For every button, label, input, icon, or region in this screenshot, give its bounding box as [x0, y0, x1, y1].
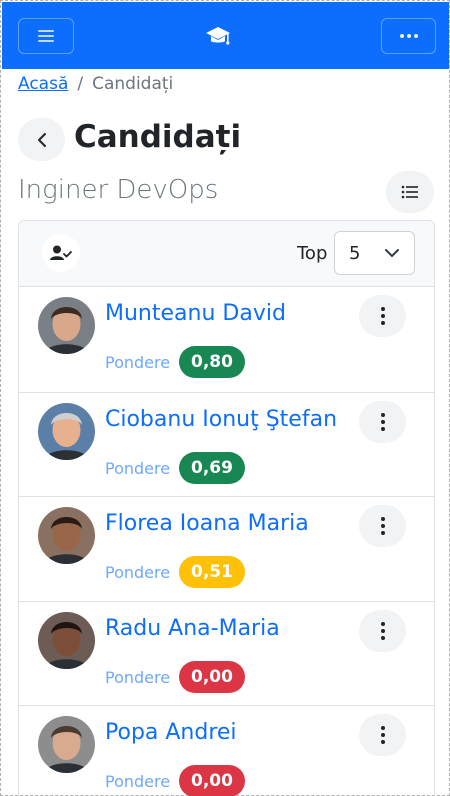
candidate-actions-button[interactable]	[359, 505, 406, 547]
candidate-avatar[interactable]	[38, 507, 95, 564]
kebab-icon	[380, 517, 385, 535]
more-options-button[interactable]	[381, 18, 436, 54]
candidate-name-link[interactable]: Popa Andrei	[105, 720, 237, 745]
candidate-row: Radu Ana-Maria Pondere 0,00	[19, 600, 434, 705]
graduation-cap-icon[interactable]	[205, 24, 231, 48]
weight-badge: 0,00	[179, 660, 245, 693]
back-button[interactable]	[18, 118, 65, 161]
weight-label: Pondere	[105, 667, 171, 687]
candidates-card: Top 5 Munteanu David Pondere 0,80 Cioban…	[18, 220, 435, 796]
menu-toggle-button[interactable]	[18, 18, 74, 54]
breadcrumb-separator: /	[77, 74, 84, 94]
top-count-select[interactable]: 5	[334, 231, 415, 275]
candidate-actions-button[interactable]	[359, 295, 406, 337]
breadcrumb-current: Candidați	[92, 74, 174, 94]
weight-label: Pondere	[105, 458, 171, 478]
candidate-name-link[interactable]: Radu Ana-Maria	[105, 616, 280, 641]
kebab-icon	[380, 621, 385, 640]
top-label: Top	[297, 243, 328, 264]
kebab-icon	[380, 307, 385, 325]
candidate-avatar[interactable]	[38, 716, 95, 773]
kebab-icon	[380, 726, 385, 744]
ellipsis-icon	[399, 34, 418, 38]
page-title: Candidați	[74, 119, 242, 155]
candidate-actions-button[interactable]	[359, 714, 406, 756]
weight-badge: 0,80	[179, 346, 245, 378]
candidate-row: Florea Ioana Maria Pondere 0,51	[19, 496, 434, 600]
weight-label: Pondere	[105, 353, 171, 372]
candidate-avatar[interactable]	[38, 611, 95, 669]
top-navbar	[2, 2, 449, 69]
candidate-avatar[interactable]	[38, 297, 95, 354]
weight-badge: 0,00	[179, 765, 245, 796]
candidate-actions-button[interactable]	[359, 400, 406, 443]
hamburger-icon	[38, 30, 54, 42]
kebab-icon	[380, 412, 385, 431]
candidate-row: Popa Andrei Pondere 0,00	[19, 705, 434, 796]
top-count-value: 5	[349, 243, 361, 264]
user-check-icon	[50, 245, 72, 260]
weight-label: Pondere	[105, 772, 171, 791]
chevron-down-icon	[385, 249, 399, 257]
breadcrumb-home-link[interactable]: Acasă	[18, 74, 68, 94]
candidate-name-link[interactable]: Ciobanu Ionuţ Ştefan	[105, 407, 337, 432]
candidate-row: Ciobanu Ionuţ Ştefan Pondere 0,69	[19, 391, 434, 496]
job-title: Inginer DevOps	[18, 175, 219, 205]
card-header: Top 5	[19, 221, 434, 287]
list-icon	[401, 185, 418, 199]
weight-badge: 0,51	[179, 556, 245, 588]
candidate-avatar[interactable]	[38, 402, 95, 460]
weight-label: Pondere	[105, 563, 171, 582]
shortlist-filter-button[interactable]	[42, 234, 80, 272]
list-view-button[interactable]	[386, 171, 434, 213]
breadcrumb: Acasă / Candidați	[18, 73, 173, 95]
candidate-name-link[interactable]: Florea Ioana Maria	[105, 511, 309, 536]
candidate-name-link[interactable]: Munteanu David	[105, 301, 286, 326]
weight-badge: 0,69	[179, 451, 245, 484]
candidate-row: Munteanu David Pondere 0,80	[19, 287, 434, 391]
chevron-left-icon	[37, 132, 46, 147]
candidate-actions-button[interactable]	[359, 609, 406, 652]
